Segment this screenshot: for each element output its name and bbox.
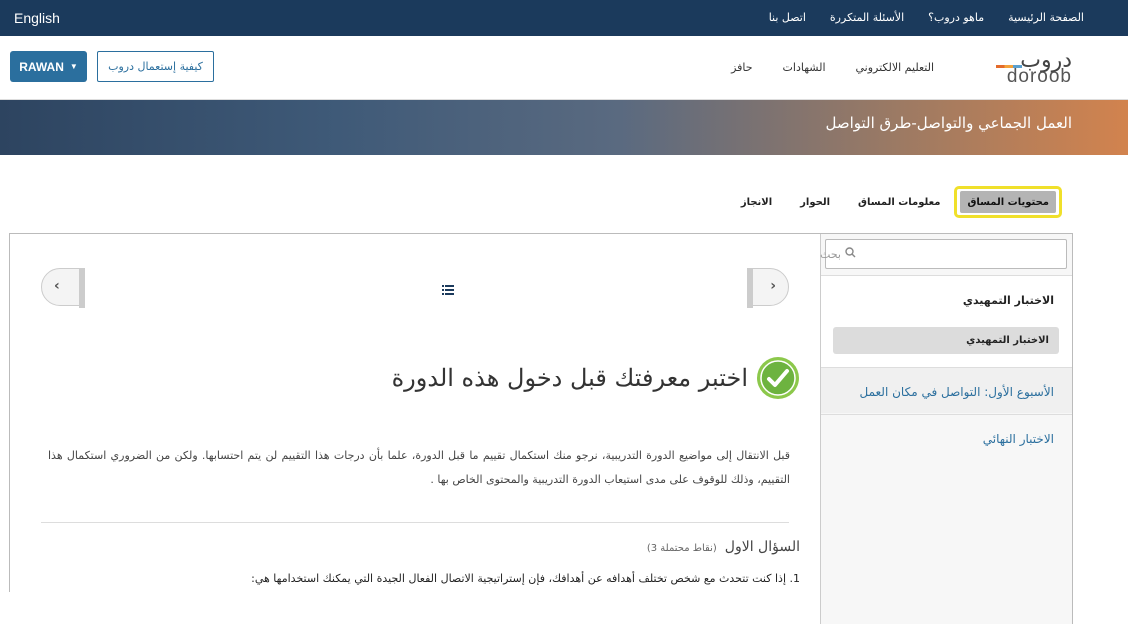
nav-hafiz[interactable]: حافز (731, 61, 752, 74)
user-menu-button[interactable]: RAWAN ▼ (10, 51, 87, 82)
unit-content: ‹ › اختبر معرفتك قبل دخول هذه الدورة قبل… (10, 234, 820, 624)
course-title: العمل الجماعي والتواصل-طرق التواصل (825, 114, 1073, 132)
top-menu-faq[interactable]: الأسئلة المتكررة (830, 11, 904, 24)
top-menu-about[interactable]: ماهو دروب؟ (928, 11, 984, 24)
course-tabs: محتويات المساق معلومات المساق الحوار الا… (727, 186, 1062, 218)
sidebar-item-pretest[interactable]: الاختبار التمهيدي (833, 327, 1059, 354)
top-menu: الصفحة الرئيسية ماهو دروب؟ الأسئلة المتك… (769, 11, 1084, 24)
main-nav: التعليم الالكتروني الشهادات حافز (731, 61, 934, 74)
tab-course-contents-label: محتويات المساق (960, 191, 1056, 213)
question-title: السؤال الاول (724, 539, 800, 555)
question-text: 1. إذا كنت تتحدث مع شخص تختلف أهدافه عن … (251, 572, 800, 585)
top-bar: English الصفحة الرئيسية ماهو دروب؟ الأسئ… (0, 0, 1128, 36)
search-placeholder: بحث (820, 247, 841, 261)
top-menu-contact[interactable]: اتصل بنا (769, 11, 806, 24)
list-icon[interactable] (442, 280, 454, 299)
tab-discussion[interactable]: الحوار (786, 186, 844, 218)
caret-down-icon: ▼ (69, 62, 78, 71)
question-points: (3 نقاط محتملة) (646, 543, 717, 554)
course-sidebar: بحث الاختبار التمهيدي الاختبار التمهيدي … (820, 234, 1072, 624)
course-banner: العمل الجماعي والتواصل-طرق التواصل (0, 100, 1128, 155)
sidebar-link-week1[interactable]: الأسبوع الأول: التواصل في مكان العمل (859, 385, 1054, 399)
question-header: السؤال الاول (3 نقاط محتملة) (647, 539, 800, 555)
intro-text: قبل الانتقال إلى مواضيع الدورة التدريبية… (48, 449, 790, 486)
nav-elearning[interactable]: التعليم الالكتروني (856, 61, 935, 74)
tab-course-info[interactable]: معلومات المساق (844, 186, 954, 218)
previous-unit-button[interactable]: ‹ (54, 278, 60, 294)
header: RAWAN ▼ كيفية إستعمال دروب التعليم الالك… (0, 36, 1128, 100)
checkmark-badge-icon (757, 357, 799, 399)
doroob-logo[interactable]: دروب doroob (982, 48, 1072, 88)
course-content-panel: ‹ › اختبر معرفتك قبل دخول هذه الدورة قبل… (9, 233, 1073, 624)
top-menu-home[interactable]: الصفحة الرئيسية (1008, 11, 1084, 24)
divider (41, 522, 789, 523)
sequence-nav: ‹ › (41, 268, 789, 308)
nav-certificates[interactable]: الشهادات (783, 61, 826, 74)
tab-progress[interactable]: الانجاز (727, 186, 786, 218)
search-input[interactable]: بحث (820, 239, 1067, 269)
user-name: RAWAN (19, 59, 64, 74)
next-unit-button[interactable]: › (770, 278, 776, 294)
tab-course-contents[interactable]: محتويات المساق (954, 186, 1062, 218)
how-to-use-button[interactable]: كيفية إستعمال دروب (97, 51, 214, 82)
language-switch-link[interactable]: English (14, 10, 60, 26)
sidebar-link-final-exam[interactable]: الاختبار النهائي (983, 432, 1054, 446)
search-icon (845, 247, 856, 261)
logo-english-text: doroob (1006, 66, 1072, 87)
bottom-overlay (0, 592, 133, 624)
sequence-items (79, 268, 753, 308)
unit-title: اختبر معرفتك قبل دخول هذه الدورة (391, 364, 748, 392)
unit-heading: اختبر معرفتك قبل دخول هذه الدورة (392, 356, 800, 400)
sidebar-section-pretest[interactable]: الاختبار التمهيدي (963, 294, 1054, 307)
